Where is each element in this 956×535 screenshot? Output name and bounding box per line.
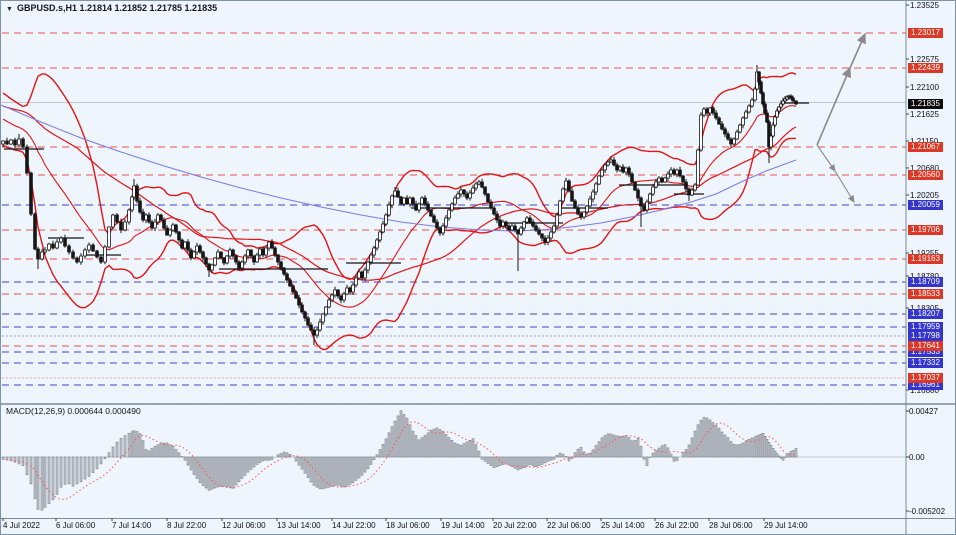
price-axis-label: 1.22100 <box>910 83 939 92</box>
symbol-dropdown-icon[interactable]: ▼ <box>6 6 13 13</box>
resistance-price-badge: 1.21067 <box>908 142 943 152</box>
resistance-price-badge: 1.18533 <box>908 289 943 299</box>
time-axis-label: 22 Jul 06:00 <box>547 521 591 530</box>
macd-histogram <box>2 411 797 511</box>
support-price-badge: 1.20059 <box>908 200 943 210</box>
resistance-price-badge: 1.22439 <box>908 63 943 73</box>
macd-axis-label: -0.005202 <box>909 507 945 516</box>
support-price-badge: 1.17798 <box>908 331 943 341</box>
resistance-price-badge: 1.23017 <box>908 28 943 38</box>
time-axis-label: 20 Jul 22:00 <box>493 521 537 530</box>
chart-symbol-title: ▼ GBPUSD.s,H1 1.21814 1.21852 1.21785 1.2… <box>6 3 217 13</box>
price-axis-label: 1.23525 <box>910 1 939 10</box>
time-axis-label: 18 Jul 06:00 <box>386 521 430 530</box>
resistance-price-badge: 1.19163 <box>908 254 943 264</box>
time-axis-label: 8 Jul 22:00 <box>167 521 206 530</box>
time-axis-label: 26 Jul 22:00 <box>655 521 699 530</box>
time-axis-label: 25 Jul 14:00 <box>601 521 645 530</box>
time-axis-label: 7 Jul 14:00 <box>112 521 151 530</box>
macd-axis-label: 0.00 <box>909 453 925 462</box>
projection-arrows[interactable] <box>817 34 865 202</box>
resistance-price-badge: 1.19706 <box>908 225 943 235</box>
support-price-badge: 1.18207 <box>908 309 943 319</box>
blue-moving-average[interactable] <box>1 105 796 231</box>
time-axis-label: 4 Jul 2022 <box>3 521 40 530</box>
time-axis-label: 19 Jul 14:00 <box>441 521 485 530</box>
resistance-price-badge: 1.17641 <box>908 341 943 351</box>
chart-canvas[interactable] <box>1 1 956 535</box>
symbol-ohlc-text: GBPUSD.s,H1 1.21814 1.21852 1.21785 1.21… <box>17 3 217 13</box>
macd-indicator-label: MACD(12,26,9) 0.000644 0.000490 <box>6 406 141 416</box>
time-axis-label: 6 Jul 06:00 <box>56 521 95 530</box>
time-axis-label: 29 Jul 14:00 <box>764 521 808 530</box>
support-price-badge: 1.18709 <box>908 277 943 287</box>
macd-axis-label: 0.00427 <box>909 407 938 416</box>
current-price-badge: 1.21835 <box>908 99 943 109</box>
trading-chart-window: ▼ GBPUSD.s,H1 1.21814 1.21852 1.21785 1.2… <box>0 0 956 535</box>
time-axis-label: 12 Jul 06:00 <box>222 521 266 530</box>
resistance-price-badge: 1.17037 <box>908 373 943 383</box>
time-axis-label: 14 Jul 22:00 <box>332 521 376 530</box>
time-axis-label: 28 Jul 06:00 <box>709 521 753 530</box>
resistance-price-badge: 1.20560 <box>908 170 943 180</box>
price-axis-label: 1.20205 <box>910 191 939 200</box>
time-axis-label: 13 Jul 14:00 <box>277 521 321 530</box>
support-price-badge: 1.17332 <box>908 358 943 368</box>
price-axis-label: 1.21625 <box>910 110 939 119</box>
bollinger-bands[interactable] <box>3 73 796 350</box>
